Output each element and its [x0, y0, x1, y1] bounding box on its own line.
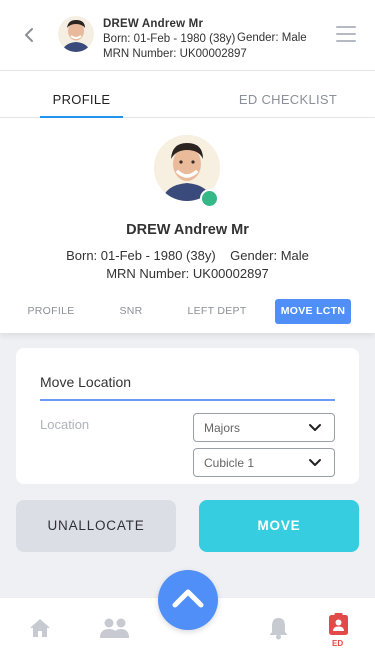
chevron-up-icon [172, 589, 204, 608]
patient-header: DREW Andrew Mr Born: 01-Feb - 1980 (38y)… [0, 0, 375, 71]
move-button[interactable]: MOVE [199, 500, 359, 552]
online-status-indicator [200, 189, 219, 208]
subtab-profile[interactable]: PROFILE [20, 299, 82, 324]
hamburger-menu-icon[interactable] [336, 26, 356, 44]
chevron-left-icon [25, 28, 33, 42]
profile-name: DREW Andrew Mr [126, 222, 249, 238]
header-mrn: MRN Number: UK00002897 [103, 48, 247, 60]
unallocate-button[interactable]: UNALLOCATE [16, 500, 176, 552]
header-patient-info: DREW Andrew Mr Born: 01-Feb - 1980 (38y)… [103, 17, 247, 62]
main-tabs: PROFILE ED CHECKLIST [0, 71, 375, 118]
people-icon[interactable] [99, 618, 130, 643]
chevron-down-icon [309, 459, 321, 466]
move-location-card: Move Location Location Majors Cubicle 1 [16, 348, 359, 484]
header-patient-name: DREW Andrew Mr [103, 18, 204, 30]
tab-ed-checklist[interactable]: ED CHECKLIST [238, 92, 338, 107]
bell-icon[interactable] [268, 616, 289, 645]
profile-card: DREW Andrew Mr Born: 01-Feb - 1980 (38y)… [0, 118, 375, 333]
home-icon[interactable] [29, 618, 51, 643]
location-label: Location [40, 417, 90, 432]
ed-nav-label: ED [332, 639, 344, 648]
header-gender: Gender: Male [237, 32, 307, 44]
bay-select[interactable]: Cubicle 1 [193, 448, 335, 477]
subtab-move-location[interactable]: MOVE LCTN [275, 299, 351, 324]
bay-select-value: Cubicle 1 [204, 456, 255, 470]
tab-profile[interactable]: PROFILE [40, 92, 123, 107]
move-location-title: Move Location [40, 374, 132, 390]
subtab-left-dept[interactable]: LEFT DEPT [180, 299, 254, 324]
area-select[interactable]: Majors [193, 413, 335, 442]
ed-badge-icon[interactable] [328, 612, 349, 641]
back-button[interactable] [18, 24, 40, 46]
chevron-down-icon [309, 424, 321, 431]
area-select-value: Majors [204, 421, 241, 435]
header-born: Born: 01-Feb - 1980 (38y) [103, 33, 236, 45]
profile-born-gender: Born: 01-Feb - 1980 (38y) Gender: Male [66, 248, 309, 263]
sub-tabs: PROFILE SNR LEFT DEPT MOVE LCTN [0, 299, 375, 325]
profile-mrn: MRN Number: UK00002897 [106, 266, 269, 281]
expand-fab-button[interactable] [158, 570, 218, 630]
subtab-snr[interactable]: SNR [108, 299, 154, 324]
title-underline [40, 399, 335, 401]
avatar [58, 16, 94, 52]
